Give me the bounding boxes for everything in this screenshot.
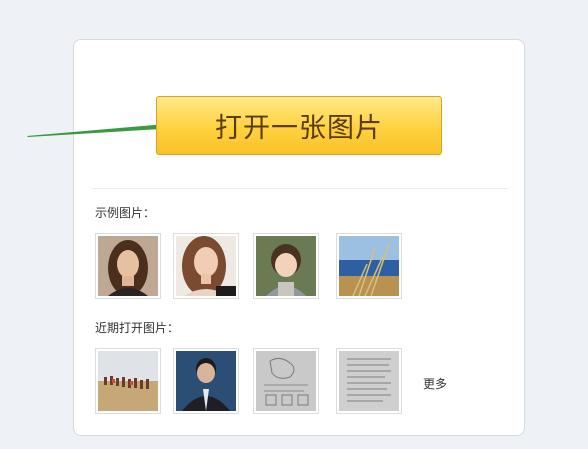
open-image-button[interactable]: 打开一张图片 [156, 96, 442, 155]
recent-images-label: 近期打开图片： [95, 321, 180, 335]
sample-images-label: 示例图片： [95, 206, 156, 220]
sample-image-2[interactable] [173, 233, 239, 299]
recent-image-1[interactable] [95, 348, 161, 414]
sample-image-3[interactable] [253, 233, 319, 299]
sample-image-1[interactable] [95, 233, 161, 299]
recent-image-2[interactable] [173, 348, 239, 414]
more-link[interactable]: 更多 [423, 375, 447, 392]
sample-image-4[interactable] [336, 233, 402, 299]
divider [92, 188, 508, 189]
recent-image-4[interactable] [336, 348, 402, 414]
recent-image-3[interactable] [253, 348, 319, 414]
